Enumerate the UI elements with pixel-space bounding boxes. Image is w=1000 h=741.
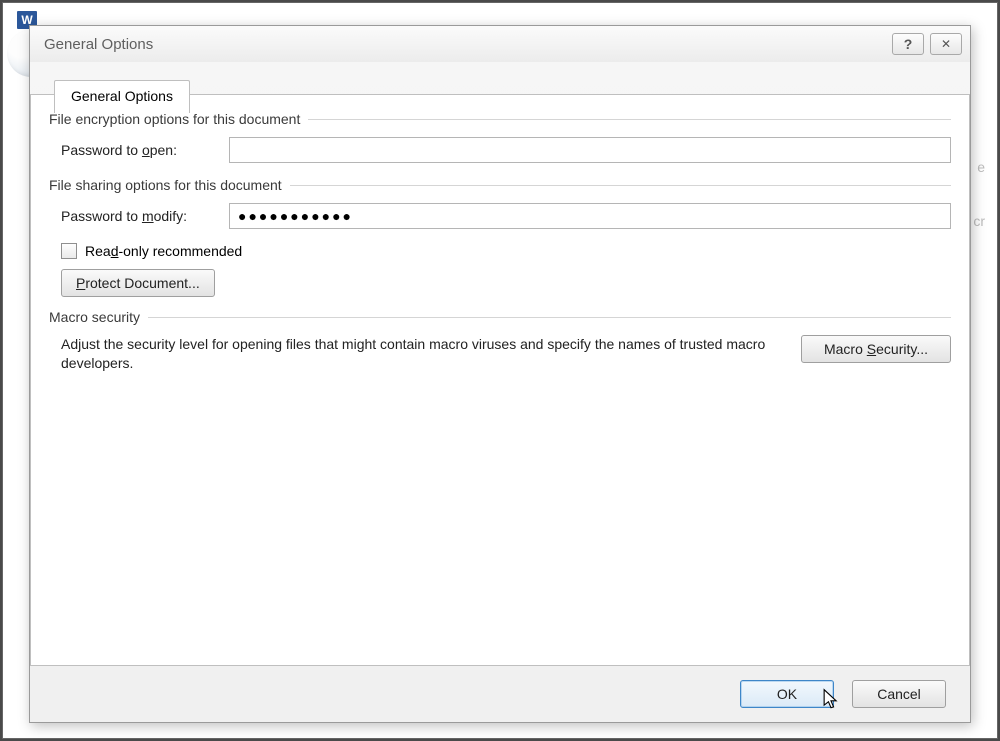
macro-security-button[interactable]: Macro Security... bbox=[801, 335, 951, 363]
macro-description: Adjust the security level for opening fi… bbox=[61, 335, 785, 374]
group-title: File encryption options for this documen… bbox=[49, 111, 300, 127]
divider bbox=[290, 185, 951, 186]
tab-panel: File encryption options for this documen… bbox=[30, 94, 970, 666]
help-button[interactable]: ? bbox=[892, 33, 924, 55]
label-password-open: Password to open: bbox=[61, 142, 229, 158]
group-title: File sharing options for this document bbox=[49, 177, 282, 193]
label-password-modify: Password to modify: bbox=[61, 208, 229, 224]
group-macro: Macro security Adjust the security level… bbox=[49, 309, 951, 374]
ok-button[interactable]: OK bbox=[740, 680, 834, 708]
bg-snippet: cr bbox=[973, 213, 985, 229]
group-encryption: File encryption options for this documen… bbox=[49, 111, 951, 169]
dialog-body: General Options File encryption options … bbox=[30, 62, 970, 722]
row-password-open: Password to open: bbox=[49, 127, 951, 169]
group-sharing: File sharing options for this document P… bbox=[49, 177, 951, 301]
divider bbox=[148, 317, 951, 318]
group-title: Macro security bbox=[49, 309, 140, 325]
cancel-button[interactable]: Cancel bbox=[852, 680, 946, 708]
tab-general-options[interactable]: General Options bbox=[54, 80, 190, 113]
general-options-dialog: General Options ? ✕ General Options File… bbox=[29, 25, 971, 723]
close-button[interactable]: ✕ bbox=[930, 33, 962, 55]
divider bbox=[308, 119, 951, 120]
readonly-checkbox[interactable] bbox=[61, 243, 77, 259]
row-protect-button: Protect Document... bbox=[49, 267, 951, 301]
row-macro: Adjust the security level for opening fi… bbox=[49, 325, 951, 374]
row-readonly: Read-only recommended bbox=[49, 235, 951, 267]
close-icon: ✕ bbox=[941, 37, 951, 51]
group-header-sharing: File sharing options for this document bbox=[49, 177, 951, 193]
dialog-footer: OK Cancel bbox=[740, 680, 946, 708]
protect-document-button[interactable]: Protect Document... bbox=[61, 269, 215, 297]
dialog-title: General Options bbox=[44, 36, 886, 53]
row-password-modify: Password to modify: bbox=[49, 193, 951, 235]
bg-snippet: e bbox=[977, 159, 985, 175]
password-modify-input[interactable] bbox=[229, 203, 951, 229]
group-header-macro: Macro security bbox=[49, 309, 951, 325]
app-window: W e cr General Options ? ✕ General Optio… bbox=[2, 2, 998, 739]
group-header-encryption: File encryption options for this documen… bbox=[49, 111, 951, 127]
panel-inner: File encryption options for this documen… bbox=[31, 95, 969, 394]
dialog-titlebar: General Options ? ✕ bbox=[30, 26, 970, 62]
password-open-input[interactable] bbox=[229, 137, 951, 163]
help-icon: ? bbox=[904, 36, 913, 52]
readonly-label: Read-only recommended bbox=[85, 243, 242, 259]
